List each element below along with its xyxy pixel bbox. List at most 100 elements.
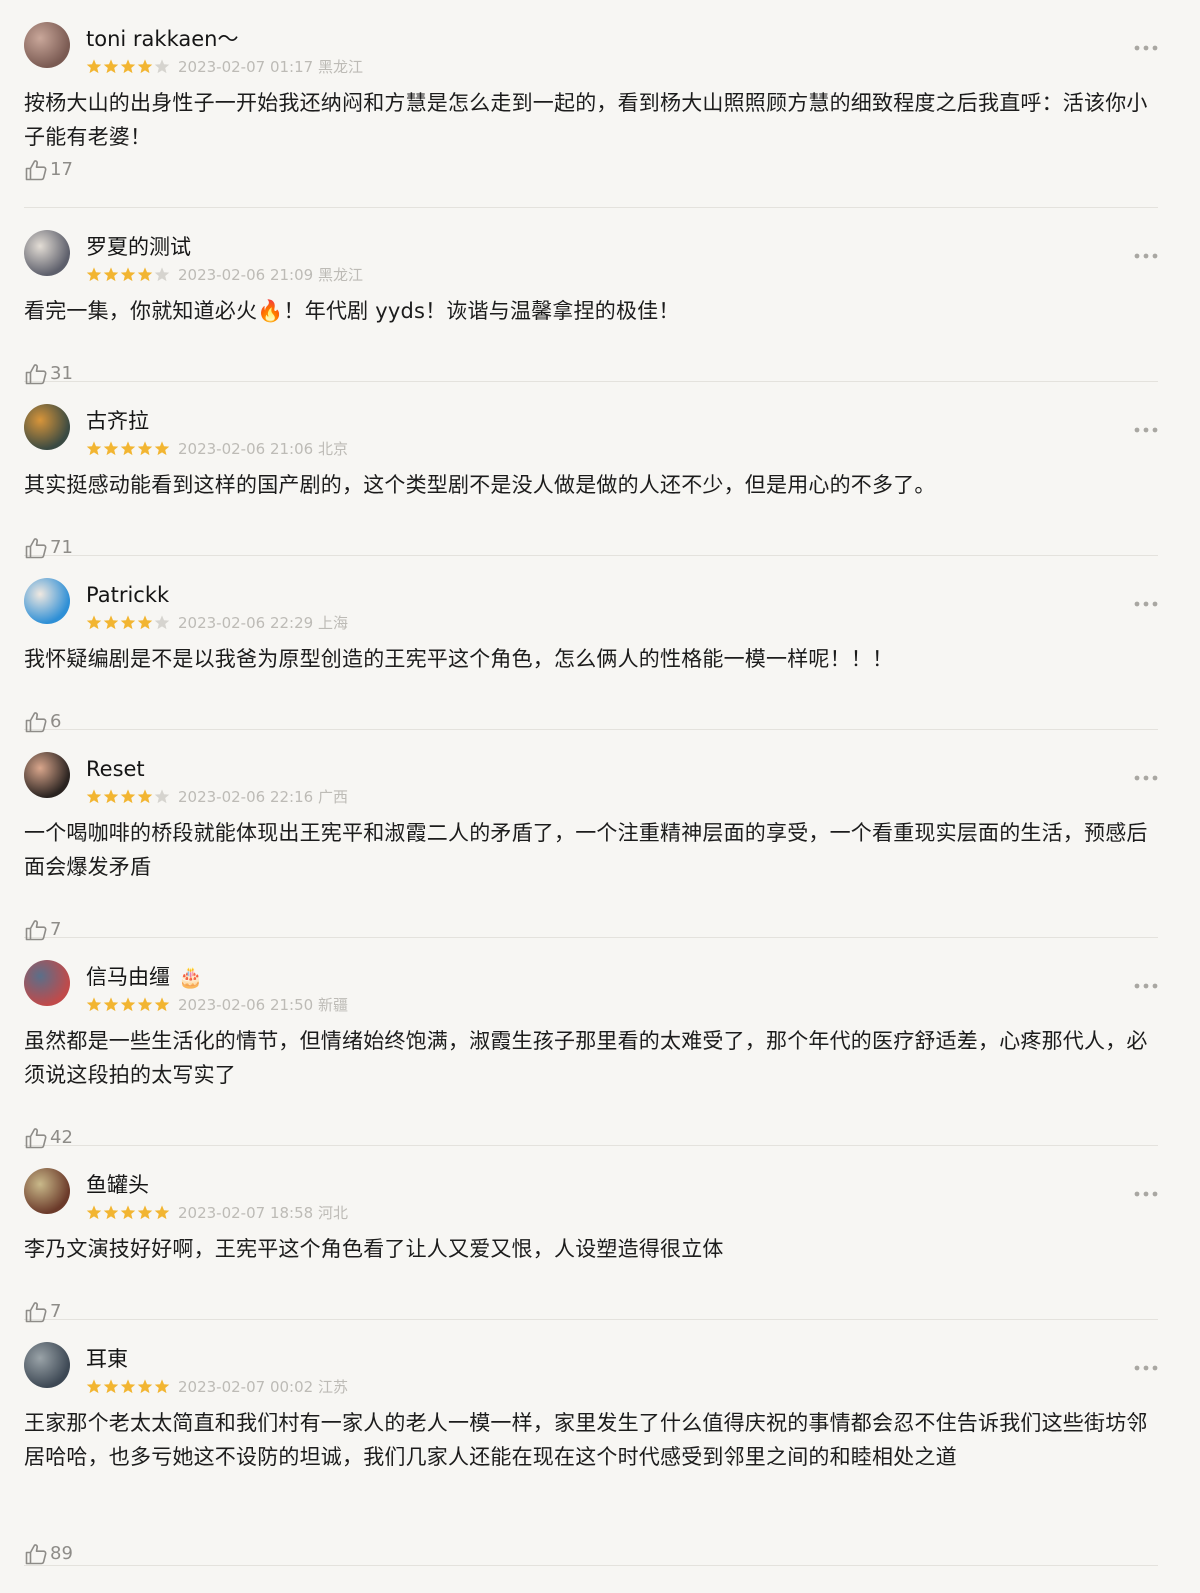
like-button[interactable]: 17 bbox=[24, 158, 73, 182]
more-dots-icon bbox=[1134, 45, 1158, 51]
avatar[interactable] bbox=[24, 404, 70, 450]
more-button[interactable] bbox=[1134, 768, 1158, 781]
star-rating-graphic bbox=[86, 1205, 170, 1220]
review-text: 按杨大山的出身性子一开始我还纳闷和方慧是怎么走到一起的，看到杨大山照照顾方慧的细… bbox=[24, 91, 1148, 149]
like-count: 89 bbox=[50, 1543, 73, 1564]
avatar[interactable] bbox=[24, 1342, 70, 1388]
avatar[interactable] bbox=[24, 960, 70, 1006]
star-rating-graphic bbox=[86, 267, 170, 282]
review-date: 2023-02-06 21:06 bbox=[178, 440, 314, 458]
review-meta: 2023-02-06 22:29 上海 bbox=[86, 612, 348, 634]
username[interactable]: Reset bbox=[86, 754, 145, 784]
review-item: 信马由缰 🎂 2023-02-06 21:50 新疆 虽然都是一些生活化的情节，但情绪… bbox=[24, 938, 1158, 1149]
review-meta: 2023-02-06 22:16 广西 bbox=[86, 786, 348, 808]
more-button[interactable] bbox=[1134, 594, 1158, 607]
review-date: 2023-02-06 22:16 bbox=[178, 788, 314, 806]
more-button[interactable] bbox=[1134, 420, 1158, 433]
review-location: 黑龙江 bbox=[317, 58, 363, 76]
star-filled-icon bbox=[86, 1379, 102, 1394]
review-text: 其实挺感动能看到这样的国产剧的，这个类型剧不是没人做是做的人还不少，但是用心的不… bbox=[24, 473, 936, 497]
star-rating bbox=[86, 1202, 170, 1224]
more-button[interactable] bbox=[1134, 246, 1158, 259]
star-filled-icon bbox=[120, 441, 136, 456]
star-filled-icon bbox=[137, 1379, 153, 1394]
review-meta: 2023-02-06 21:06 北京 bbox=[86, 438, 348, 460]
more-dots-icon bbox=[1134, 253, 1158, 259]
avatar[interactable] bbox=[24, 1168, 70, 1214]
star-filled-icon bbox=[120, 267, 136, 282]
star-filled-icon bbox=[103, 789, 119, 804]
star-rating bbox=[86, 612, 170, 634]
review-item: 耳東 2023-02-07 00:02 江苏 王家那个老太太简直和我们村有一家人的老… bbox=[24, 1320, 1158, 1566]
review-meta: 2023-02-07 01:17 黑龙江 bbox=[86, 56, 363, 78]
more-button[interactable] bbox=[1134, 1358, 1158, 1371]
star-filled-icon bbox=[120, 997, 136, 1012]
birthday-cake-icon: 🎂 bbox=[178, 965, 203, 989]
star-filled-icon bbox=[154, 441, 170, 456]
review-location: 江苏 bbox=[317, 1378, 348, 1396]
username[interactable]: toni rakkaen～ bbox=[86, 24, 238, 54]
username[interactable]: 耳東 bbox=[86, 1344, 128, 1374]
star-filled-icon bbox=[120, 59, 136, 74]
star-filled-icon bbox=[137, 59, 153, 74]
review-date: 2023-02-07 00:02 bbox=[178, 1378, 314, 1396]
username[interactable]: 罗夏的测试 bbox=[86, 232, 191, 262]
star-filled-icon bbox=[137, 441, 153, 456]
star-filled-icon bbox=[103, 997, 119, 1012]
like-count: 17 bbox=[50, 159, 73, 180]
avatar[interactable] bbox=[24, 230, 70, 276]
review-date: 2023-02-07 01:17 bbox=[178, 58, 314, 76]
review-location: 广西 bbox=[317, 788, 348, 806]
review-location: 北京 bbox=[317, 440, 348, 458]
like-count: 42 bbox=[50, 1127, 73, 1148]
review-location: 上海 bbox=[317, 614, 348, 632]
review-list: toni rakkaen～ 2023-02-07 01:17 黑龙江 按杨大山的出身… bbox=[0, 0, 1200, 1566]
more-button[interactable] bbox=[1134, 976, 1158, 989]
review-location: 新疆 bbox=[317, 996, 348, 1014]
star-rating-graphic bbox=[86, 1379, 170, 1394]
review-item: Reset 2023-02-06 22:16 广西 一个喝咖啡的桥段就能体现出王宪平… bbox=[24, 730, 1158, 941]
review-date: 2023-02-06 22:29 bbox=[178, 614, 314, 632]
avatar[interactable] bbox=[24, 22, 70, 68]
like-button[interactable]: 89 bbox=[24, 1542, 73, 1566]
star-filled-icon bbox=[86, 1205, 102, 1220]
more-button[interactable] bbox=[1134, 38, 1158, 51]
star-empty-icon bbox=[154, 789, 170, 804]
like-count: 7 bbox=[50, 1301, 62, 1322]
username-text: 古齐拉 bbox=[86, 409, 149, 433]
star-filled-icon bbox=[120, 1205, 136, 1220]
star-empty-icon bbox=[154, 615, 170, 630]
review-meta: 2023-02-06 21:50 新疆 bbox=[86, 994, 348, 1016]
review-date: 2023-02-06 21:09 bbox=[178, 266, 314, 284]
review-item: 古齐拉 2023-02-06 21:06 北京其实挺感动能看到这样的国产剧的，这个… bbox=[24, 382, 1158, 559]
star-rating-graphic bbox=[86, 997, 170, 1012]
avatar[interactable] bbox=[24, 578, 70, 624]
review-item: 鱼罐头 2023-02-07 18:58 河北 李乃文演技好好啊，王宪平这个角色看了… bbox=[24, 1146, 1158, 1323]
star-filled-icon bbox=[86, 789, 102, 804]
username[interactable]: 鱼罐头 bbox=[86, 1170, 149, 1200]
star-rating-graphic bbox=[86, 441, 170, 456]
review-location: 河北 bbox=[317, 1204, 348, 1222]
star-filled-icon bbox=[103, 1205, 119, 1220]
more-button[interactable] bbox=[1134, 1184, 1158, 1197]
star-rating bbox=[86, 56, 170, 78]
star-rating-graphic bbox=[86, 615, 170, 630]
star-empty-icon bbox=[154, 267, 170, 282]
star-filled-icon bbox=[137, 997, 153, 1012]
star-filled-icon bbox=[154, 1379, 170, 1394]
review-date: 2023-02-06 21:50 bbox=[178, 996, 314, 1014]
star-filled-icon bbox=[137, 615, 153, 630]
star-rating bbox=[86, 264, 170, 286]
more-dots-icon bbox=[1134, 775, 1158, 781]
star-filled-icon bbox=[137, 267, 153, 282]
star-filled-icon bbox=[154, 1205, 170, 1220]
username[interactable]: 信马由缰 🎂 bbox=[86, 962, 203, 992]
star-filled-icon bbox=[103, 441, 119, 456]
username[interactable]: 古齐拉 bbox=[86, 406, 149, 436]
star-filled-icon bbox=[103, 615, 119, 630]
avatar[interactable] bbox=[24, 752, 70, 798]
more-dots-icon bbox=[1134, 1191, 1158, 1197]
review-meta: 2023-02-07 18:58 河北 bbox=[86, 1202, 348, 1224]
username[interactable]: Patrickk bbox=[86, 580, 169, 610]
review-date: 2023-02-07 18:58 bbox=[178, 1204, 314, 1222]
